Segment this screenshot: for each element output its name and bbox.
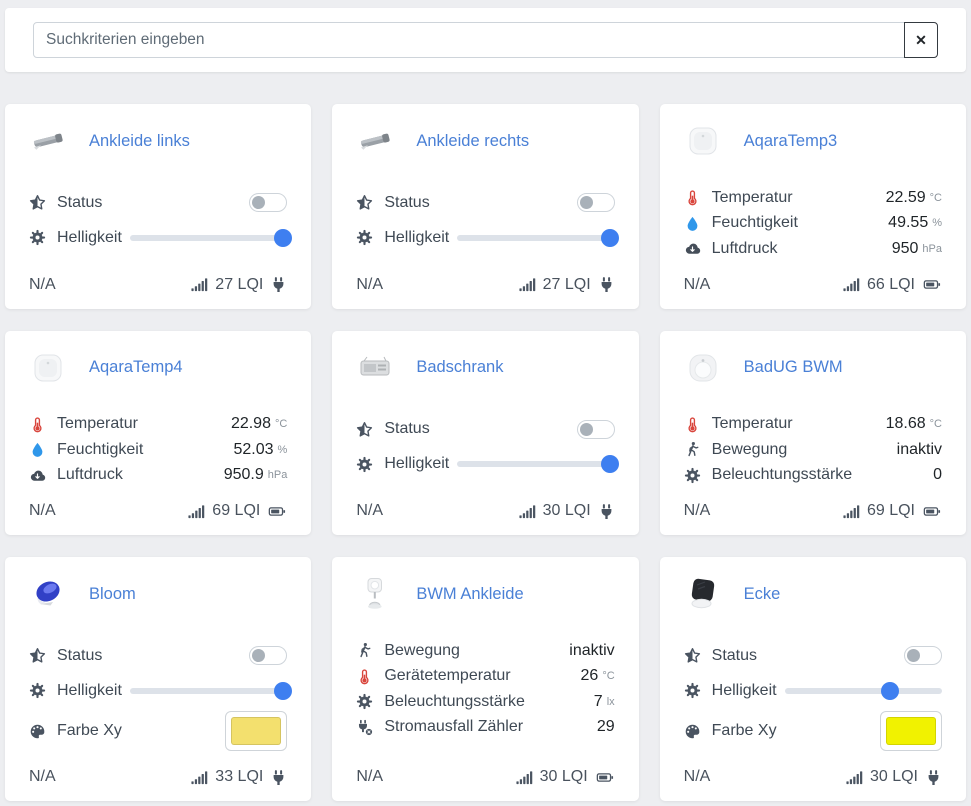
- slider-knob[interactable]: [601, 455, 619, 473]
- status-toggle[interactable]: [249, 193, 287, 212]
- brightness-slider[interactable]: [457, 461, 614, 467]
- status-toggle[interactable]: [249, 646, 287, 665]
- slider-knob[interactable]: [274, 682, 292, 700]
- slider-knob[interactable]: [601, 229, 619, 247]
- status-toggle[interactable]: [577, 420, 615, 439]
- brightness-slider[interactable]: [457, 235, 614, 241]
- status-toggle[interactable]: [904, 646, 942, 665]
- status-toggle[interactable]: [577, 193, 615, 212]
- brightness-slider[interactable]: [130, 688, 287, 694]
- brightness-slider[interactable]: [785, 688, 942, 694]
- brightness-slider[interactable]: [130, 235, 287, 241]
- slider-knob[interactable]: [881, 682, 899, 700]
- slider-knob[interactable]: [274, 229, 292, 247]
